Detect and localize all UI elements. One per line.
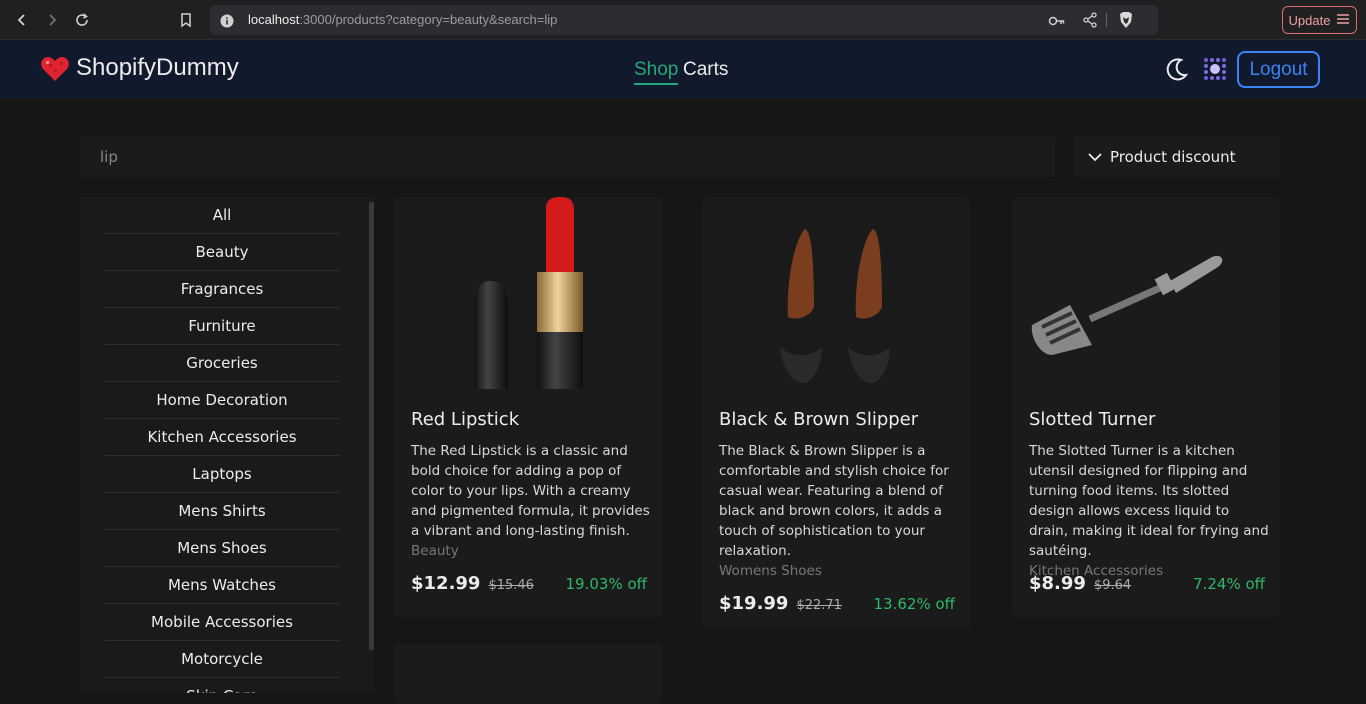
product-category: Beauty [411, 543, 459, 559]
category-item[interactable]: Fragrances [105, 271, 339, 308]
app-header: ShopifyDummy Shop Carts Logout [0, 40, 1366, 98]
category-item[interactable]: All [105, 197, 339, 234]
product-card[interactable]: Red Lipstick The Red Lipstick is a class… [394, 197, 662, 617]
category-item[interactable]: Kitchen Accessories [105, 419, 339, 456]
category-item[interactable]: Groceries [105, 345, 339, 382]
address-bar[interactable]: localhost:3000/products?category=beauty&… [210, 5, 1158, 35]
menu-icon [1336, 13, 1350, 28]
product-old-price: $9.64 [1093, 578, 1132, 593]
product-old-price: $15.46 [488, 578, 534, 593]
price-row: $8.99 $9.64 7.24% off [1029, 573, 1265, 594]
category-item[interactable]: Beauty [105, 234, 339, 271]
product-discount: 13.62% off [873, 595, 955, 613]
product-image-turner [1031, 255, 1223, 355]
price-row: $12.99 $15.46 19.03% off [411, 573, 647, 594]
moon-icon[interactable] [1164, 56, 1190, 82]
product-price: $12.99 [411, 573, 481, 594]
info-icon[interactable] [220, 13, 234, 32]
dots-grid-icon[interactable] [1203, 57, 1227, 81]
update-label: Update [1288, 12, 1331, 28]
product-old-price: $22.71 [796, 598, 842, 613]
product-category: Womens Shoes [719, 563, 822, 579]
browser-toolbar: localhost:3000/products?category=beauty&… [0, 0, 1366, 40]
category-item[interactable]: Home Decoration [105, 382, 339, 419]
nav-shop[interactable]: Shop [634, 59, 679, 85]
sidebar-scrollbar[interactable] [369, 202, 374, 650]
category-sidebar: All Beauty Fragrances Furniture Grocerie… [80, 197, 374, 693]
product-title[interactable]: Slotted Turner [1029, 409, 1155, 430]
product-card[interactable]: Black & Brown Slipper The Black & Brown … [702, 197, 970, 629]
chevron-down-icon [1088, 148, 1102, 166]
forward-icon[interactable] [40, 8, 64, 32]
share-icon[interactable] [1083, 12, 1097, 32]
category-item[interactable]: Motorcycle [105, 641, 339, 678]
heart-logo-icon[interactable] [40, 55, 70, 83]
product-description-text: The Black & Brown Slipper is a comfortab… [719, 443, 949, 559]
category-item[interactable]: Furniture [105, 308, 339, 345]
back-icon[interactable] [10, 8, 34, 32]
category-item[interactable]: Mens Shirts [105, 493, 339, 530]
discount-select-label: Product discount [1110, 148, 1236, 166]
url-text: localhost:3000/products?category=beauty&… [248, 12, 558, 27]
product-discount: 19.03% off [565, 575, 647, 593]
product-description: The Red Lipstick is a classic and bold c… [411, 441, 651, 561]
category-item[interactable]: Mobile Accessories [105, 604, 339, 641]
category-list: All Beauty Fragrances Furniture Grocerie… [105, 197, 339, 693]
product-title[interactable]: Black & Brown Slipper [719, 409, 918, 430]
product-image-lipstick [474, 197, 583, 389]
category-item[interactable]: Mens Shoes [105, 530, 339, 567]
key-icon[interactable] [1048, 13, 1066, 32]
logout-button[interactable]: Logout [1237, 51, 1320, 88]
product-card[interactable]: Slotted Turner The Slotted Turner is a k… [1012, 197, 1280, 617]
product-description: The Slotted Turner is a kitchen utensil … [1029, 441, 1269, 581]
product-discount: 7.24% off [1193, 575, 1265, 593]
product-title[interactable]: Red Lipstick [411, 409, 519, 430]
price-row: $19.99 $22.71 13.62% off [719, 593, 955, 614]
product-discount-select[interactable]: Product discount [1074, 137, 1280, 177]
product-card-partial[interactable] [394, 644, 662, 704]
product-price: $8.99 [1029, 573, 1086, 594]
nav-carts[interactable]: Carts [683, 59, 728, 81]
product-price: $19.99 [719, 593, 789, 614]
category-item[interactable]: Skin Care [105, 678, 339, 693]
brave-shield-icon[interactable] [1118, 11, 1134, 33]
brand-name[interactable]: ShopifyDummy [76, 54, 239, 82]
product-description-text: The Slotted Turner is a kitchen utensil … [1029, 443, 1269, 559]
update-button[interactable]: Update [1282, 6, 1357, 34]
divider [1106, 13, 1107, 27]
bookmark-icon[interactable] [174, 8, 198, 32]
search-input[interactable] [80, 137, 1055, 177]
product-description: The Black & Brown Slipper is a comfortab… [719, 441, 959, 581]
product-description-text: The Red Lipstick is a classic and bold c… [411, 443, 650, 539]
category-item[interactable]: Laptops [105, 456, 339, 493]
category-item[interactable]: Mens Watches [105, 567, 339, 604]
reload-icon[interactable] [70, 8, 94, 32]
product-image-slipper [778, 216, 891, 384]
